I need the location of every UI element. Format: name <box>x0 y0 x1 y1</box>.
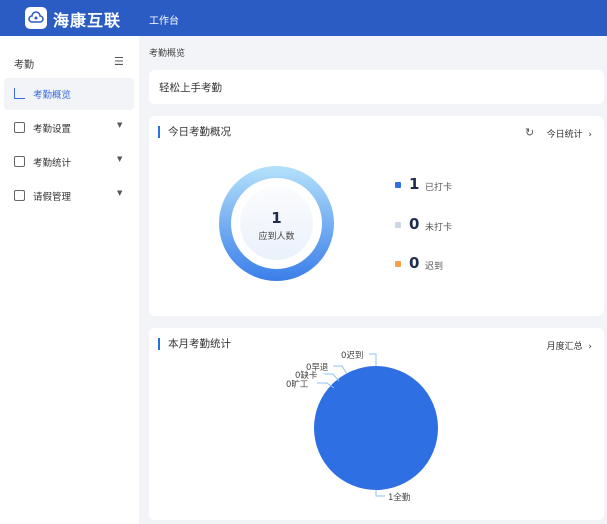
sidebar-item-label: 考勤概览 <box>33 90 72 101</box>
chart-icon <box>14 88 25 99</box>
sidebar: 考勤 ☰ 考勤概览 考勤设置 ▼ 考勤统计 ▼ 请假管理 ▼ <box>0 36 139 524</box>
caret-down-icon: ▼ <box>117 121 123 129</box>
leader-line-late <box>369 353 377 366</box>
stats-icon <box>14 156 25 167</box>
caret-down-icon: ▼ <box>117 155 123 163</box>
leader-line-missing <box>324 373 340 382</box>
pie-label-full: 1全勤 <box>388 493 411 503</box>
collapse-menu-icon[interactable]: ☰ <box>114 55 124 68</box>
nav-workbench[interactable]: 工作台 <box>149 12 179 27</box>
monthly-stats-card: 本月考勤统计 月度汇总 › 0迟到 0早退 0缺卡 0旷工 1全勤 <box>149 328 604 520</box>
breadcrumb: 考勤概览 <box>149 49 186 59</box>
top-header: 海康互联 工作台 <box>0 0 607 36</box>
sidebar-item-statistics[interactable]: 考勤统计 ▼ <box>4 146 134 178</box>
expected-label: 应到人数 <box>258 232 295 242</box>
attendance-donut: 1 应到人数 <box>219 166 334 281</box>
calendar-settings-icon <box>14 122 25 133</box>
card-title: 今日考勤概况 <box>158 126 231 138</box>
leave-icon <box>14 190 25 201</box>
today-stats-link[interactable]: 今日统计 › <box>547 127 592 140</box>
pie-label-absent: 0旷工 <box>286 380 309 390</box>
sidebar-item-label: 请假管理 <box>33 192 72 203</box>
sidebar-item-label: 考勤统计 <box>33 158 72 169</box>
pie-label-late: 0迟到 <box>341 351 364 361</box>
caret-down-icon: ▼ <box>117 189 123 197</box>
logo-icon[interactable] <box>25 7 47 29</box>
sidebar-item-overview[interactable]: 考勤概览 <box>4 78 134 110</box>
quickstart-card[interactable]: 轻松上手考勤 <box>149 70 604 104</box>
today-overview-card: 今日考勤概况 ↻ 今日统计 › 1 应到人数 1 已打卡 0 未打卡 0 迟到 <box>149 116 604 316</box>
pie-slice-full-attendance <box>314 366 438 490</box>
sidebar-item-leave[interactable]: 请假管理 ▼ <box>4 180 134 212</box>
sidebar-item-label: 考勤设置 <box>33 124 72 135</box>
leader-line-full <box>375 490 385 497</box>
sidebar-title: 考勤 <box>14 60 34 71</box>
quickstart-text: 轻松上手考勤 <box>159 82 222 94</box>
sidebar-item-settings[interactable]: 考勤设置 ▼ <box>4 112 134 144</box>
leader-line-early <box>333 365 348 375</box>
expected-count: 1 <box>271 209 282 227</box>
refresh-icon[interactable]: ↻ <box>525 126 534 139</box>
brand-name: 海康互联 <box>53 11 122 30</box>
pie-chart <box>314 353 438 497</box>
link-label: 今日统计 <box>546 130 583 140</box>
